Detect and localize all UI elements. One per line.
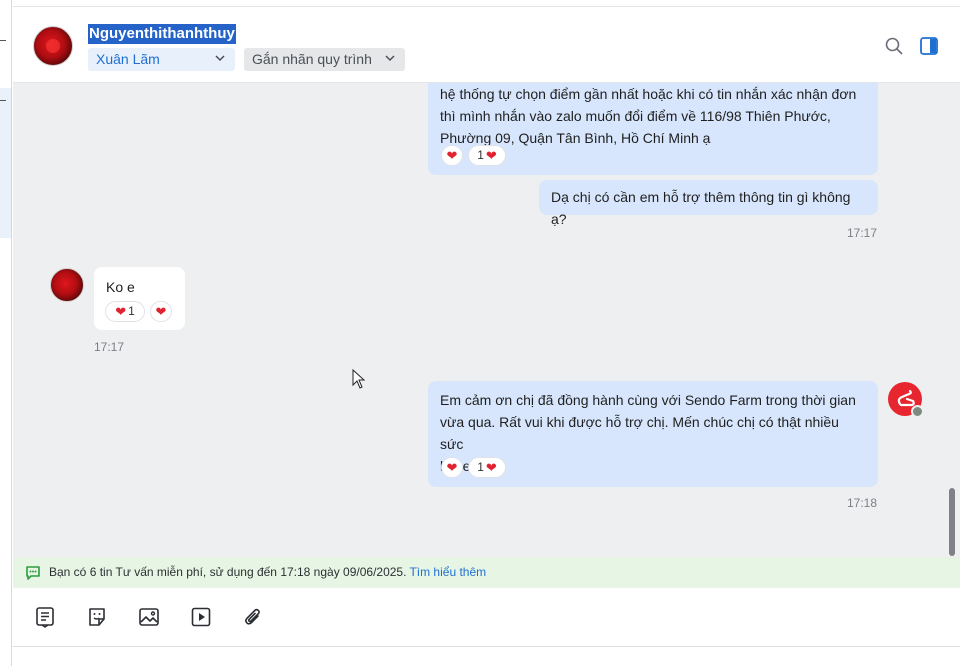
message-line: vừa qua. Rất vui khi được hỗ trợ chị. Mế… — [440, 414, 839, 452]
heart-icon: ❤ — [446, 148, 458, 163]
chevron-down-icon — [385, 55, 395, 62]
chat-window: Nguyenthithanhthuy Xuân Lãm Gắn nhãn quy… — [0, 0, 960, 666]
conversation-list-edge — [0, 0, 12, 666]
edge-mark — [0, 40, 6, 41]
message-text: Dạ chị có cần em hỗ trợ thêm thông tin g… — [551, 189, 851, 227]
chat-header: Nguyenthithanhthuy Xuân Lãm Gắn nhãn quy… — [13, 6, 960, 83]
mouse-cursor-icon — [352, 369, 366, 389]
assignee-label: Xuân Lãm — [96, 51, 160, 67]
composer-toolbar — [13, 588, 960, 647]
template-icon[interactable] — [34, 606, 56, 628]
message-line: hệ thống tự chọn điểm gần nhất hoặc khi … — [440, 86, 857, 102]
contact-name[interactable]: Nguyenthithanhthuy — [88, 24, 236, 44]
heart-icon: ❤ — [155, 304, 167, 319]
attachment-icon[interactable] — [242, 606, 264, 628]
side-panel-toggle-icon[interactable] — [919, 36, 939, 56]
status-badge — [911, 405, 924, 418]
assignee-select[interactable]: Xuân Lãm — [88, 48, 235, 71]
edge-mark — [0, 100, 6, 101]
image-icon[interactable] — [138, 606, 160, 628]
agent-avatar[interactable] — [888, 382, 924, 418]
contact-avatar-small[interactable] — [50, 268, 84, 302]
message-time: 17:17 — [847, 226, 878, 240]
reaction-count[interactable]: 1 ❤ — [468, 145, 506, 166]
learn-more-link[interactable]: Tìm hiểu thêm — [409, 565, 486, 579]
message-time: 17:17 — [94, 340, 125, 354]
notice-text: Bạn có 6 tin Tư vấn miễn phí, sử dụng đế… — [49, 565, 407, 579]
reaction-count-label: 1 — [477, 460, 484, 474]
chat-bubble-icon — [26, 566, 40, 580]
message-line: Phường 09, Quận Tân Bình, Hồ Chí Minh ạ — [440, 130, 711, 146]
video-icon[interactable] — [190, 606, 212, 628]
reaction-count-label: 1 — [128, 304, 135, 318]
message-text: Ko e — [106, 279, 135, 295]
search-icon[interactable] — [884, 36, 904, 56]
reaction-count[interactable]: 1 ❤ — [468, 457, 506, 478]
message-line: Em cảm ơn chị đã đồng hành cùng với Send… — [440, 392, 856, 408]
reaction-count-label: 1 — [477, 148, 484, 162]
heart-icon: ❤ — [485, 148, 497, 163]
heart-icon: ❤ — [485, 460, 497, 475]
message-bubble-outgoing[interactable]: Dạ chị có cần em hỗ trợ thêm thông tin g… — [539, 180, 878, 227]
workflow-tag-select[interactable]: Gắn nhãn quy trình — [244, 48, 405, 71]
chevron-down-icon — [215, 55, 225, 62]
reaction-count[interactable]: ❤ 1 — [105, 301, 145, 322]
workflow-tag-label: Gắn nhãn quy trình — [252, 51, 372, 67]
scrollbar-thumb[interactable] — [949, 488, 955, 556]
reaction-button[interactable]: ❤ — [150, 301, 172, 322]
reaction-button[interactable]: ❤ — [441, 457, 463, 478]
selected-conversation-edge[interactable] — [0, 88, 12, 238]
sticker-icon[interactable] — [86, 606, 108, 628]
heart-icon: ❤ — [115, 304, 127, 319]
message-list[interactable]: hệ thống tự chọn điểm gần nhất hoặc khi … — [13, 83, 960, 557]
contact-avatar[interactable] — [33, 26, 73, 66]
message-time: 17:18 — [847, 496, 878, 510]
free-consult-notice: Bạn có 6 tin Tư vấn miễn phí, sử dụng đế… — [13, 557, 960, 588]
message-line: thì mình nhắn vào zalo muốn đổi điểm về … — [440, 108, 831, 124]
message-input[interactable] — [13, 647, 960, 666]
heart-icon: ❤ — [446, 460, 458, 475]
reaction-button[interactable]: ❤ — [441, 145, 463, 166]
